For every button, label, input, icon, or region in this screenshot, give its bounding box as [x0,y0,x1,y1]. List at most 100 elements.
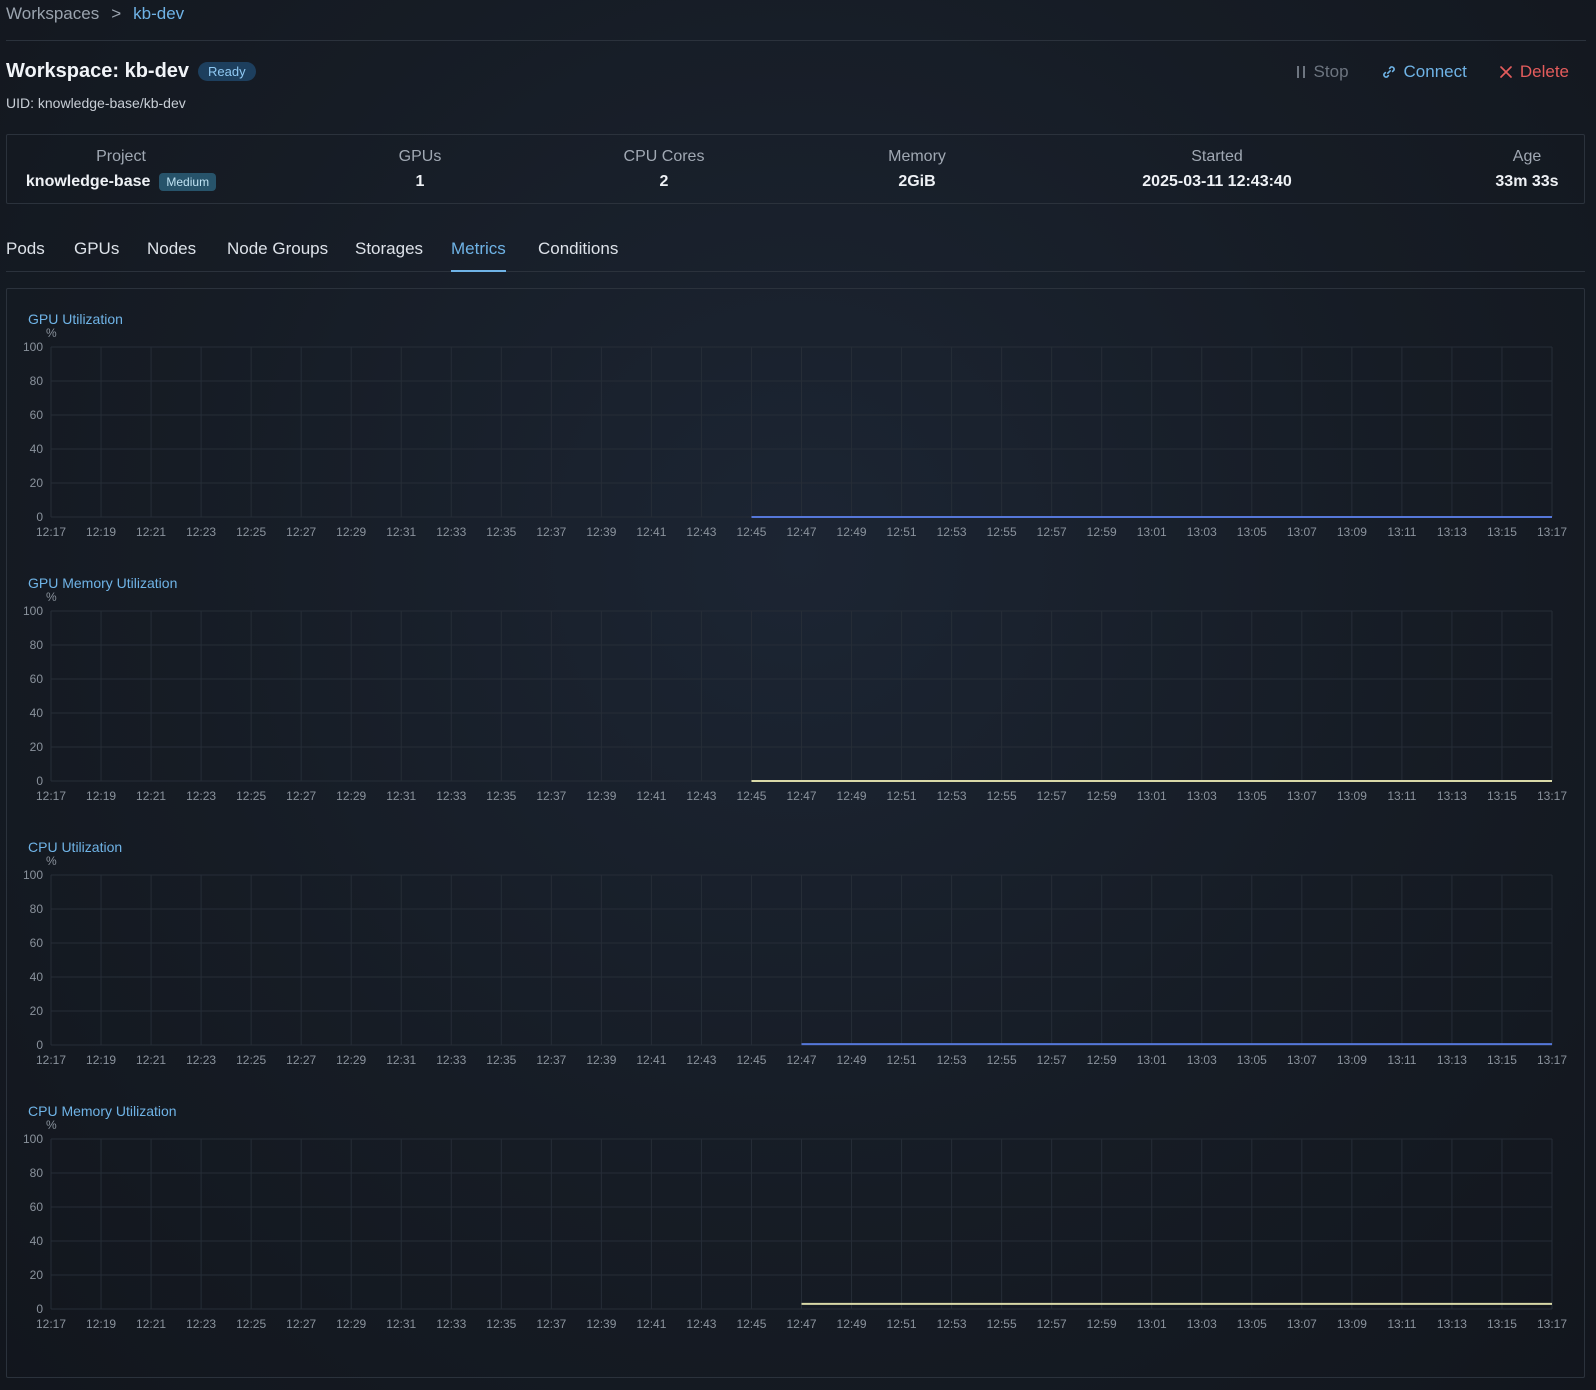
link-icon [1381,64,1397,80]
x-tick-label: 13:13 [1437,1053,1467,1067]
tab-metrics[interactable]: Metrics [451,239,506,272]
x-tick-label: 12:23 [186,525,216,539]
y-tick-label: 60 [30,936,44,950]
project-tier-badge: Medium [159,173,217,191]
x-tick-label: 12:29 [336,1053,366,1067]
x-tick-label: 12:25 [236,1317,266,1331]
workspace-uid: UID: knowledge-base/kb-dev [6,95,186,111]
x-tick-label: 13:11 [1387,525,1416,539]
x-tick-label: 12:25 [236,789,266,803]
x-tick-label: 13:17 [1537,1053,1567,1067]
x-tick-label: 13:17 [1537,1317,1567,1331]
x-tick-label: 12:21 [136,1317,166,1331]
x-tick-label: 12:43 [686,525,716,539]
x-tick-label: 12:45 [736,789,766,803]
workspace-summary: Project knowledge-base Medium GPUs 1 CPU… [6,134,1585,204]
x-tick-label: 12:25 [236,525,266,539]
y-tick-label: 100 [23,604,43,618]
summary-started-label: Started [1191,148,1243,165]
x-tick-label: 12:17 [36,525,66,539]
status-badge: Ready [198,62,256,81]
x-tick-label: 12:39 [586,1317,616,1331]
x-tick-label: 12:29 [336,525,366,539]
y-tick-label: 100 [23,1132,43,1146]
delete-button-label: Delete [1519,62,1569,81]
x-tick-label: 13:13 [1437,1317,1467,1331]
action-bar: Stop Connect Delete [1295,62,1569,82]
x-tick-label: 12:51 [887,1317,917,1331]
y-axis-unit: % [46,326,57,340]
summary-cpu-cores-label: CPU Cores [623,148,705,165]
x-tick-label: 12:43 [686,1053,716,1067]
x-tick-label: 12:49 [837,1317,867,1331]
summary-started: Started 2025-03-11 12:43:40 [1107,148,1327,191]
summary-project-label: Project [96,148,146,165]
chart-cpu-memory-utilization: CPU Memory Utilization 0 20 40 60 80 100% 12:1… [0,1103,1596,1367]
y-tick-label: 80 [30,374,44,388]
x-tick-label: 12:53 [937,1053,967,1067]
tab-node-groups[interactable]: Node Groups [227,239,328,259]
tab-pods[interactable]: Pods [6,239,45,259]
tab-nodes[interactable]: Nodes [147,239,196,259]
summary-gpus: GPUs 1 [360,148,480,191]
x-tick-label: 12:19 [86,1053,116,1067]
x-tick-label: 13:09 [1337,1317,1367,1331]
x-tick-label: 12:45 [736,1053,766,1067]
x-tick-label: 13:15 [1487,525,1517,539]
x-tick-label: 13:05 [1237,1317,1267,1331]
x-tick-label: 12:41 [636,789,666,803]
x-tick-label: 12:55 [987,1317,1017,1331]
x-tick-label: 12:37 [536,1317,566,1331]
breadcrumb-workspaces-link[interactable]: Workspaces [6,4,99,24]
x-tick-label: 12:37 [536,525,566,539]
x-tick-label: 12:57 [1037,789,1067,803]
y-axis-unit: % [46,590,57,604]
x-tick-label: 12:19 [86,789,116,803]
y-tick-label: 40 [30,442,44,456]
chart-cpu-utilization: CPU Utilization 0 20 40 60 80 100% 12:17 12:19 1… [0,839,1596,1103]
x-tick-label: 13:05 [1237,789,1267,803]
x-tick-label: 12:27 [286,1317,316,1331]
page-title: Workspace: kb-dev [6,60,190,82]
delete-button[interactable]: Delete [1499,62,1569,82]
stop-button[interactable]: Stop [1295,62,1349,82]
y-tick-label: 80 [30,1166,44,1180]
summary-project-value: knowledge-base [25,173,151,190]
x-tick-label: 12:57 [1037,1317,1067,1331]
summary-memory-label: Memory [888,148,946,165]
x-tick-label: 12:51 [887,1053,917,1067]
chart-svg: 0 20 40 60 80 100% 12:17 12:19 12:21 12:23 12:25 12… [23,590,1567,803]
x-tick-label: 12:27 [286,525,316,539]
x-tick-label: 12:23 [186,1317,216,1331]
y-tick-label: 20 [30,476,44,490]
x-tick-label: 12:53 [937,789,967,803]
x-tick-label: 12:35 [486,525,516,539]
x-tick-label: 12:53 [937,525,967,539]
x-tick-label: 12:57 [1037,1053,1067,1067]
x-tick-label: 12:41 [636,1053,666,1067]
breadcrumb-current[interactable]: kb-dev [133,4,184,24]
x-tick-label: 12:47 [786,525,816,539]
x-tick-label: 12:17 [36,789,66,803]
y-axis-unit: % [46,1118,57,1132]
x-tick-label: 12:45 [736,525,766,539]
x-tick-label: 12:33 [436,789,466,803]
x-tick-label: 13:13 [1437,789,1467,803]
summary-age: Age 33m 33s [1477,148,1577,191]
x-tick-label: 13:01 [1137,1053,1167,1067]
x-tick-label: 12:31 [386,525,416,539]
x-tick-label: 13:17 [1537,525,1567,539]
tab-storages[interactable]: Storages [355,239,423,259]
x-tick-label: 12:51 [887,789,917,803]
chart-svg: 0 20 40 60 80 100% 12:17 12:19 12:21 12:23 12:25 12… [23,854,1567,1067]
connect-button[interactable]: Connect [1381,62,1467,82]
x-tick-label: 13:07 [1287,525,1317,539]
x-tick-label: 13:01 [1137,1317,1167,1331]
tab-gpus[interactable]: GPUs [74,239,119,259]
tab-conditions[interactable]: Conditions [538,239,618,259]
x-tick-label: 12:47 [786,1053,816,1067]
breadcrumb: Workspaces > kb-dev [6,3,184,25]
x-tick-label: 12:25 [236,1053,266,1067]
x-tick-label: 13:03 [1187,1053,1217,1067]
x-tick-label: 12:33 [436,1317,466,1331]
